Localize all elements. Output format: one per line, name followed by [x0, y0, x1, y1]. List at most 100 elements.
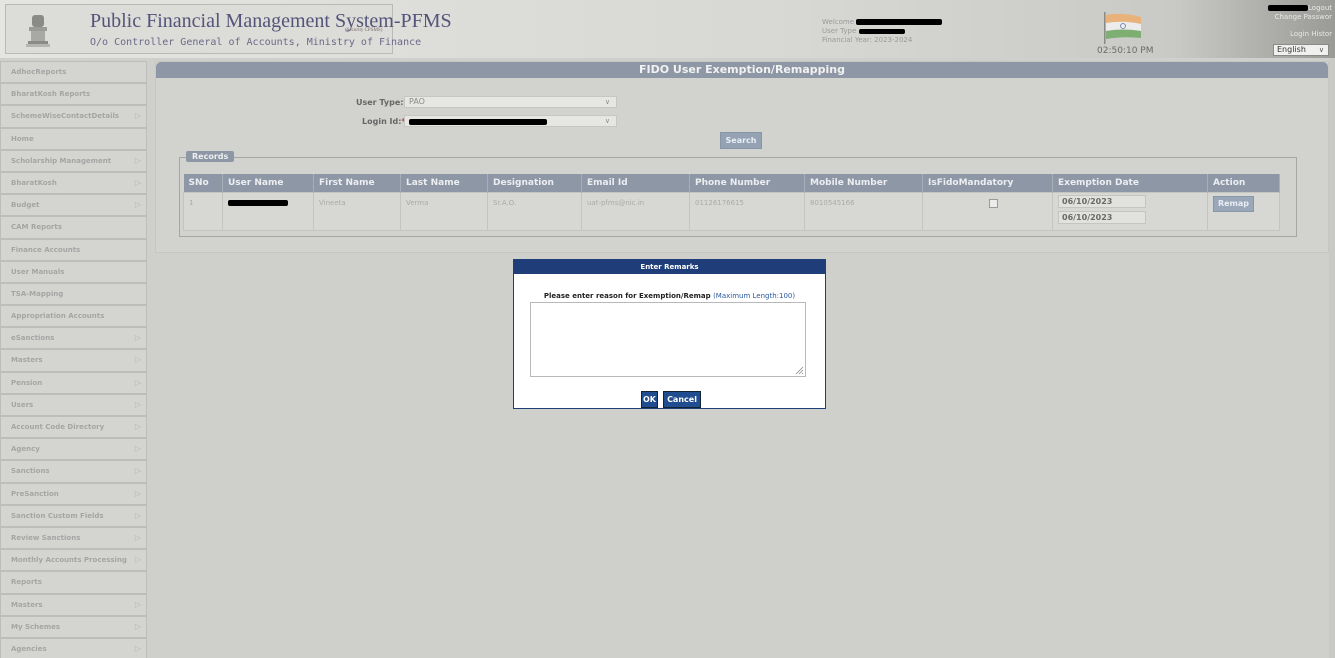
records-fieldset: Records SNo User Name First Name Last Na…: [179, 151, 1297, 237]
sidebar-item-label: Appropriation Accounts: [11, 312, 105, 321]
cell-phone: 01126176615: [689, 191, 805, 231]
sidebar-item[interactable]: My Schemes ▷: [0, 615, 147, 638]
sidebar-item[interactable]: eSanctions ▷: [0, 327, 147, 350]
remarks-textarea[interactable]: [530, 302, 806, 377]
sidebar-item[interactable]: Masters ▷: [0, 349, 147, 372]
sidebar-item[interactable]: Sanctions ▷: [0, 460, 147, 483]
sidebar-item-label: TSA-Mapping: [11, 289, 64, 298]
sidebar-item[interactable]: BharatKosh Reports: [0, 83, 147, 106]
language-select[interactable]: English ∨: [1273, 44, 1329, 56]
submenu-arrow-icon: ▷: [134, 177, 141, 187]
sidebar-item[interactable]: PreSanction ▷: [0, 482, 147, 505]
sidebar-item[interactable]: Scholarship Management ▷: [0, 149, 147, 172]
login-history-link[interactable]: Login Histor: [1268, 30, 1332, 39]
exemption-date-input[interactable]: 06/10/2023: [1058, 194, 1146, 208]
sidebar-item[interactable]: AdhocReports: [0, 61, 147, 84]
sidebar-item[interactable]: Users ▷: [0, 393, 147, 416]
records-table: SNo User Name First Name Last Name Desig…: [183, 174, 1280, 231]
chevron-down-icon: ∨: [604, 117, 610, 125]
submenu-arrow-icon: ▷: [134, 510, 141, 520]
scrollbar-track[interactable]: [1329, 58, 1335, 658]
sidebar-item[interactable]: Review Sanctions ▷: [0, 526, 147, 550]
ok-button[interactable]: OK: [641, 391, 658, 408]
cancel-button[interactable]: Cancel: [663, 391, 701, 408]
remap-button[interactable]: Remap: [1213, 195, 1254, 212]
submenu-arrow-icon: ▷: [134, 355, 141, 365]
submenu-arrow-icon: ▷: [134, 532, 141, 542]
sidebar-item[interactable]: CAM Reports: [0, 216, 147, 239]
sidebar-item-label: Pension: [11, 378, 43, 387]
sidebar-item-label: Sanctions: [11, 467, 50, 476]
redacted-logout-prefix: [1268, 5, 1309, 11]
col-sno: SNo: [183, 174, 223, 192]
submenu-arrow-icon: ▷: [134, 621, 141, 631]
exemption-date-input[interactable]: 06/10/2023: [1058, 210, 1146, 224]
submenu-arrow-icon: ▷: [134, 155, 141, 165]
sidebar-item[interactable]: Agencies ▷: [0, 637, 147, 658]
submenu-arrow-icon: ▷: [134, 643, 141, 653]
records-legend: Records: [186, 151, 235, 162]
sidebar-item-label: eSanctions: [11, 334, 55, 343]
sidebar-item-label: AdhocReports: [11, 68, 67, 76]
logout-link[interactable]: Logout: [1308, 4, 1332, 12]
cell-email: uat-pfms@nic.in: [581, 191, 690, 231]
sidebar-item[interactable]: Sanction Custom Fields ▷: [0, 504, 147, 527]
user-type-field-label: User Type:*: [356, 98, 408, 107]
sidebar-item[interactable]: Monthly Accounts Processing ▷: [0, 549, 147, 572]
submenu-arrow-icon: ▷: [134, 422, 141, 431]
col-is-fido-mandatory: IsFidoMandatory: [922, 174, 1053, 192]
clock: 02:50:10 PM: [1097, 46, 1154, 56]
col-first-name: First Name: [313, 174, 401, 192]
fido-mandatory-checkbox[interactable]: [989, 198, 998, 208]
sidebar-item[interactable]: TSA-Mapping: [0, 282, 147, 306]
col-action: Action: [1207, 174, 1280, 192]
sidebar-item[interactable]: Account Code Directory ▷: [0, 416, 147, 439]
table-header-row: SNo User Name First Name Last Name Desig…: [183, 174, 1280, 192]
user-type-select[interactable]: PAO ∨: [404, 96, 617, 108]
sidebar-item[interactable]: User Manuals: [0, 260, 147, 283]
submenu-arrow-icon: ▷: [134, 466, 141, 476]
login-id-label-text: Login Id:: [362, 117, 402, 126]
sidebar-item-label: Review Sanctions: [11, 533, 81, 542]
change-password-link[interactable]: Change Passwor: [1268, 13, 1332, 22]
sidebar-item-label: CAM Reports: [11, 223, 62, 232]
redacted-user-type: [858, 28, 905, 34]
max-length-hint: (Maximum Length:100): [713, 292, 796, 300]
submenu-arrow-icon: ▷: [134, 200, 141, 210]
security-tag: (Security CPSMS): [345, 28, 383, 33]
sidebar-item[interactable]: Budget ▷: [0, 194, 147, 217]
sidebar-item[interactable]: Masters ▷: [0, 593, 147, 616]
sidebar-item[interactable]: Home: [0, 127, 147, 150]
table-row: 1 Vineeta Verma Sr.A.O. uat-pfms@nic.in …: [183, 191, 1280, 231]
sidebar-item[interactable]: Agency ▷: [0, 438, 147, 461]
national-emblem-icon: [26, 15, 50, 47]
user-type-label-text: User Type:: [356, 98, 404, 107]
sidebar-item[interactable]: Reports: [0, 571, 147, 594]
cell-sno: 1: [183, 191, 223, 231]
cell-user-name: [222, 191, 314, 231]
sidebar-item-label: User Manuals: [11, 267, 65, 276]
sidebar-item[interactable]: SchemeWiseContactDetails ▷: [0, 105, 147, 128]
login-id-select[interactable]: ∨: [404, 115, 617, 127]
sidebar-item[interactable]: BharatKosh ▷: [0, 171, 147, 195]
resize-grip-icon[interactable]: [794, 365, 804, 375]
sidebar-item-label: PreSanction: [11, 489, 59, 498]
page-title: FIDO User Exemption/Remapping: [156, 62, 1328, 78]
redacted-user-name: [228, 199, 288, 206]
sidebar-item-label: Scholarship Management: [11, 156, 112, 165]
cell-exemption-date: 06/10/2023 06/10/2023: [1052, 191, 1208, 231]
col-mobile: Mobile Number: [804, 174, 923, 192]
sidebar-item-label: Masters: [11, 600, 43, 609]
col-email: Email Id: [581, 174, 690, 192]
search-button[interactable]: Search: [720, 132, 762, 149]
user-type-label: User Type: [822, 27, 857, 35]
sidebar-item[interactable]: Finance Accounts: [0, 238, 147, 261]
sidebar-item[interactable]: Pension ▷: [0, 371, 147, 394]
logo-area: Public Financial Management System-PFMS …: [5, 4, 452, 54]
india-flag-icon: [1104, 12, 1141, 44]
cell-designation: Sr.A.O.: [487, 191, 582, 231]
sidebar-item-label: Monthly Accounts Processing: [11, 556, 127, 565]
sidebar-item-label: Agencies: [11, 644, 47, 653]
language-value: English: [1277, 45, 1306, 54]
sidebar-item[interactable]: Appropriation Accounts: [0, 305, 147, 328]
